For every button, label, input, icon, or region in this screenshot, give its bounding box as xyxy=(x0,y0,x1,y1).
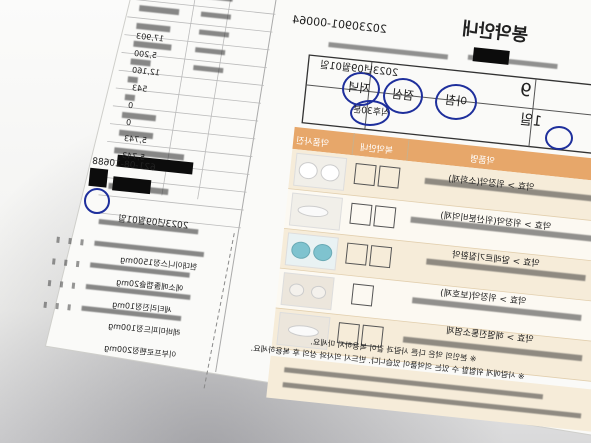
dosage-days: 9 xyxy=(518,79,533,102)
dosage-count-label: 1일 xyxy=(519,111,543,131)
receipt-value-6: 0 xyxy=(125,117,132,128)
receipt-value-5: 0 xyxy=(127,100,134,111)
prescription-sheet: 봉약안내 20230901-00064 2023년09월01일 9 1일 아침 … xyxy=(0,0,591,443)
dosage-time-morning: 아침 xyxy=(444,92,468,110)
table-header-name: 약품명 xyxy=(469,154,496,168)
dosage-time-lunch: 점심 xyxy=(391,86,415,104)
dosage-time-dinner: 저녁 xyxy=(347,79,371,97)
circle-mark-receipt xyxy=(84,188,110,214)
circle-mark-count xyxy=(545,126,573,150)
receipt-value-4: 543 xyxy=(131,83,148,94)
